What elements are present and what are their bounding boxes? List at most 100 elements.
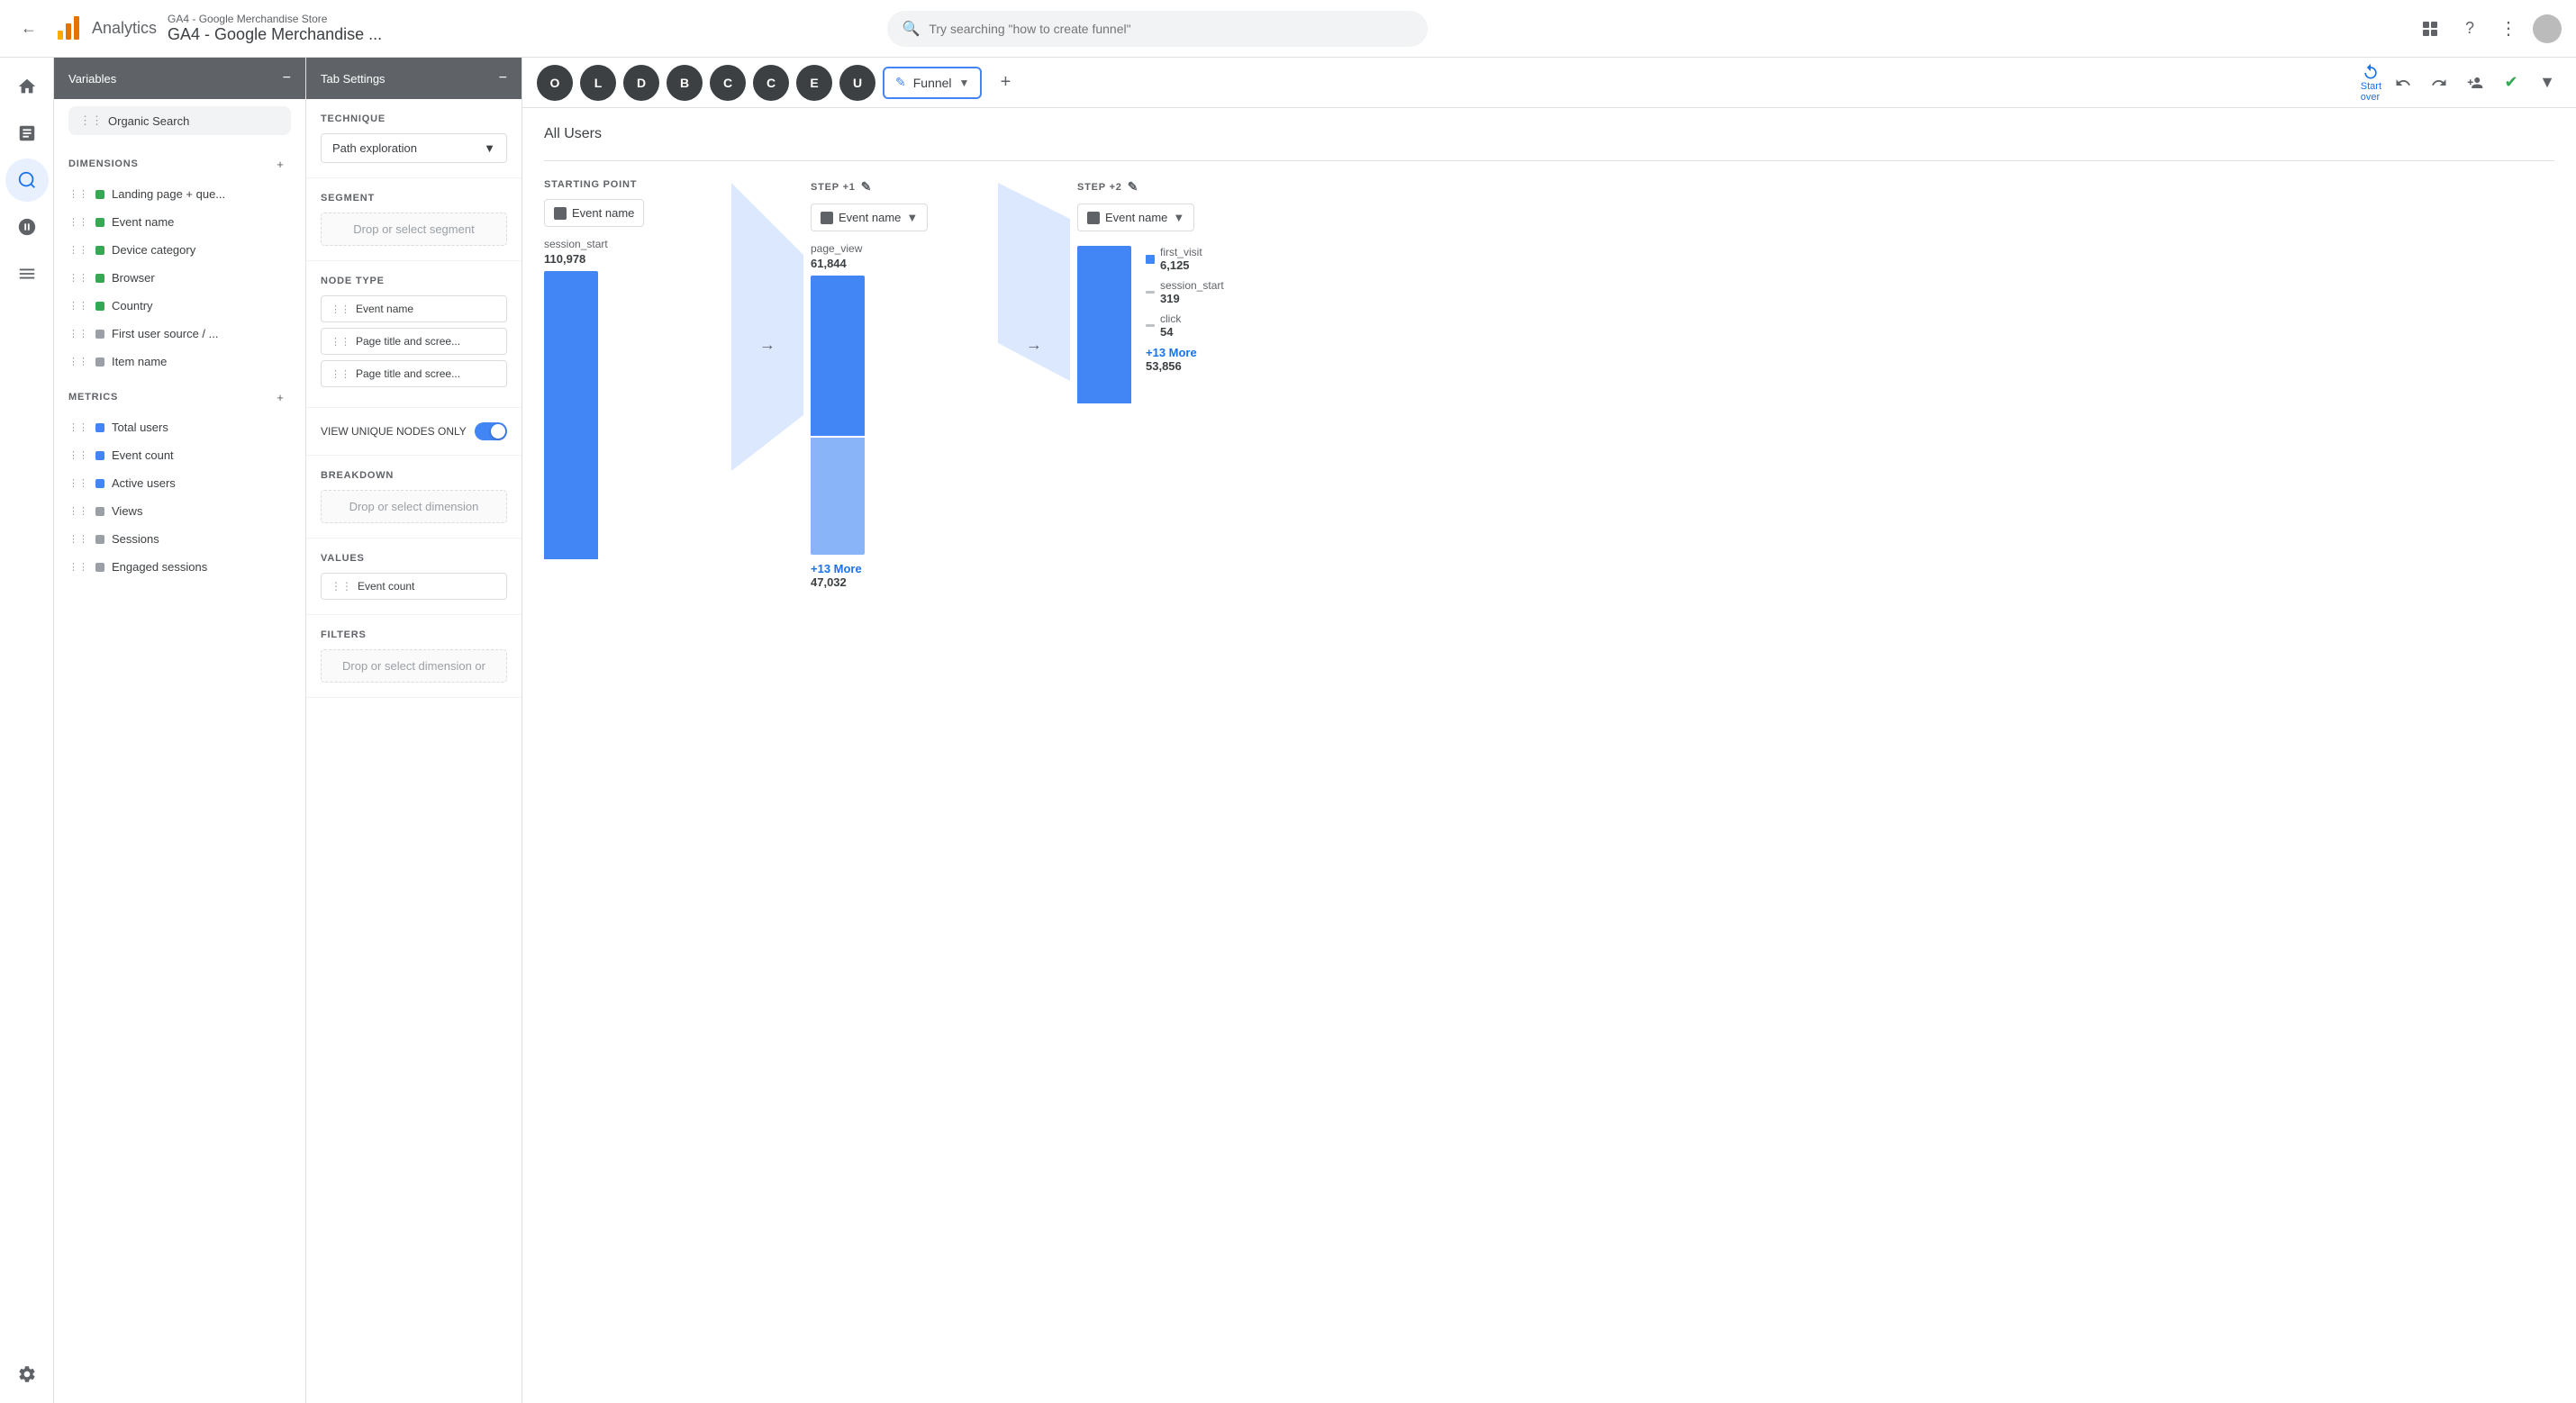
check-circle-button[interactable]: ✔: [2497, 68, 2526, 97]
nav-settings[interactable]: [5, 1353, 49, 1396]
topbar: ← Analytics GA4 - Google Merchandise Sto…: [0, 0, 2576, 58]
s1-more-link[interactable]: +13 More: [811, 562, 862, 575]
app-title-main: GA4 - Google Merchandise ...: [168, 25, 382, 44]
arrow-icon-1: →: [759, 336, 776, 355]
step2-items-container: first_visit 6,125 session_start 319: [1077, 246, 1224, 403]
step2-more-link[interactable]: +13 More: [1146, 346, 1224, 359]
tab-circles-container: OLDBCCEU: [537, 65, 875, 101]
node-item-1[interactable]: ⋮⋮ Page title and scree...: [321, 328, 507, 355]
drag-handle-m3: ⋮⋮: [68, 505, 88, 517]
dimension-item-device-category[interactable]: ⋮⋮ Device category: [54, 236, 305, 264]
dimension-item-first-user-source[interactable]: ⋮⋮ First user source / ...: [54, 320, 305, 348]
drag-handle-landing-page: ⋮⋮: [68, 188, 88, 200]
s1-event-name: page_view: [811, 242, 862, 255]
nav-reports[interactable]: [5, 112, 49, 155]
session-start-dot: [1146, 291, 1155, 294]
breakdown-drop-zone[interactable]: Drop or select dimension: [321, 490, 507, 523]
sp-bar: [544, 271, 598, 559]
dimension-item-item-name[interactable]: ⋮⋮ Item name: [54, 348, 305, 376]
nodes-list: ⋮⋮ Event name ⋮⋮ Page title and scree...…: [321, 295, 507, 387]
filters-label: FILTERS: [321, 629, 507, 640]
step2-col: STEP +2 ✎ Event name ▼: [1077, 179, 1311, 403]
analytics-logo-icon: [54, 14, 83, 43]
nav-explore[interactable]: [5, 158, 49, 202]
metrics-label: METRICS: [68, 392, 118, 403]
search-input[interactable]: [929, 22, 1413, 36]
filters-placeholder: Drop or select dimension or: [342, 659, 485, 673]
tab-circle-L-1[interactable]: L: [580, 65, 616, 101]
tab-circle-C-5[interactable]: C: [753, 65, 789, 101]
search-bar[interactable]: 🔍: [887, 11, 1428, 47]
values-label: VALUES: [321, 553, 507, 564]
dimension-item-country[interactable]: ⋮⋮ Country: [54, 292, 305, 320]
start-over-button[interactable]: Startover: [2361, 63, 2381, 103]
more-vertical-button[interactable]: ▼: [2533, 68, 2562, 97]
undo-button[interactable]: [2389, 68, 2417, 97]
add-metric-button[interactable]: +: [269, 386, 291, 408]
nav-data-streams[interactable]: [5, 252, 49, 295]
drag-handle-m2: ⋮⋮: [68, 477, 88, 489]
tab-circle-D-2[interactable]: D: [623, 65, 659, 101]
metrics-section-header: METRICS +: [54, 376, 305, 413]
drag-handle-browser: ⋮⋮: [68, 272, 88, 284]
redo-button[interactable]: [2425, 68, 2454, 97]
dimension-item-event-name[interactable]: ⋮⋮ Event name: [54, 208, 305, 236]
nav-advertising[interactable]: [5, 205, 49, 249]
metric-item-2[interactable]: ⋮⋮ Active users: [54, 469, 305, 497]
starting-point-selector[interactable]: Event name: [544, 199, 644, 227]
add-dimension-button[interactable]: +: [269, 153, 291, 175]
s1-bar-more: [811, 438, 865, 555]
breakdown-placeholder: Drop or select dimension: [349, 500, 479, 513]
technique-select[interactable]: Path exploration ▼: [321, 133, 507, 163]
tab-circle-O-0[interactable]: O: [537, 65, 573, 101]
tab-circle-C-4[interactable]: C: [710, 65, 746, 101]
metric-item-0[interactable]: ⋮⋮ Total users: [54, 413, 305, 441]
add-tab-button[interactable]: +: [989, 67, 1021, 99]
more-icon-button[interactable]: ⋮: [2493, 13, 2526, 45]
step1-label: STEP +1: [811, 182, 856, 193]
view-unique-toggle[interactable]: [475, 422, 507, 440]
sp-event-name: session_start: [544, 238, 608, 250]
variables-panel-minimize[interactable]: −: [283, 70, 291, 86]
step2-selector[interactable]: Event name ▼: [1077, 204, 1194, 231]
tab-circle-E-6[interactable]: E: [796, 65, 832, 101]
back-button[interactable]: ←: [14, 14, 43, 43]
organic-search-segment[interactable]: ⋮⋮ Organic Search: [68, 106, 291, 135]
step1-edit-icon[interactable]: ✎: [861, 179, 873, 195]
metric-item-4[interactable]: ⋮⋮ Sessions: [54, 525, 305, 553]
view-unique-section: VIEW UNIQUE NODES ONLY: [306, 408, 522, 456]
metric-label-3: Views: [112, 504, 142, 518]
metric-label-2: Active users: [112, 476, 176, 490]
dimension-item-browser[interactable]: ⋮⋮ Browser: [54, 264, 305, 292]
step1-selector[interactable]: Event name ▼: [811, 204, 928, 231]
metric-dot-1: [95, 451, 104, 460]
filters-section: FILTERS Drop or select dimension or: [306, 615, 522, 698]
dimension-item-landing-page[interactable]: ⋮⋮ Landing page + que...: [54, 180, 305, 208]
metric-item-1[interactable]: ⋮⋮ Event count: [54, 441, 305, 469]
funnel-tab[interactable]: ✎ Funnel ▼: [883, 67, 982, 99]
filters-drop-zone[interactable]: Drop or select dimension or: [321, 649, 507, 683]
dim-label-item-name: Item name: [112, 355, 167, 368]
tab-circle-B-3[interactable]: B: [667, 65, 703, 101]
user-avatar[interactable]: [2533, 14, 2562, 43]
values-item[interactable]: ⋮⋮ Event count: [321, 573, 507, 600]
tab-settings-minimize[interactable]: −: [499, 70, 507, 86]
grid-icon-button[interactable]: [2414, 13, 2446, 45]
metric-item-3[interactable]: ⋮⋮ Views: [54, 497, 305, 525]
node-item-2[interactable]: ⋮⋮ Page title and scree...: [321, 360, 507, 387]
funnel-tab-label: Funnel: [913, 76, 952, 90]
add-user-button[interactable]: [2461, 68, 2490, 97]
first-visit-count: 6,125: [1160, 258, 1202, 272]
segment-drop-zone[interactable]: Drop or select segment: [321, 213, 507, 246]
step1-event-label: Event name: [839, 211, 901, 224]
help-icon-button[interactable]: ?: [2454, 13, 2486, 45]
nav-home[interactable]: [5, 65, 49, 108]
metric-dot-4: [95, 535, 104, 544]
streams-icon: [17, 264, 37, 284]
node-item-0[interactable]: ⋮⋮ Event name: [321, 295, 507, 322]
tab-circle-U-7[interactable]: U: [839, 65, 875, 101]
arrow-icon-2: →: [1026, 336, 1042, 355]
metric-item-5[interactable]: ⋮⋮ Engaged sessions: [54, 553, 305, 581]
step2-edit-icon[interactable]: ✎: [1128, 179, 1139, 195]
variables-panel-title: Variables: [68, 72, 116, 86]
